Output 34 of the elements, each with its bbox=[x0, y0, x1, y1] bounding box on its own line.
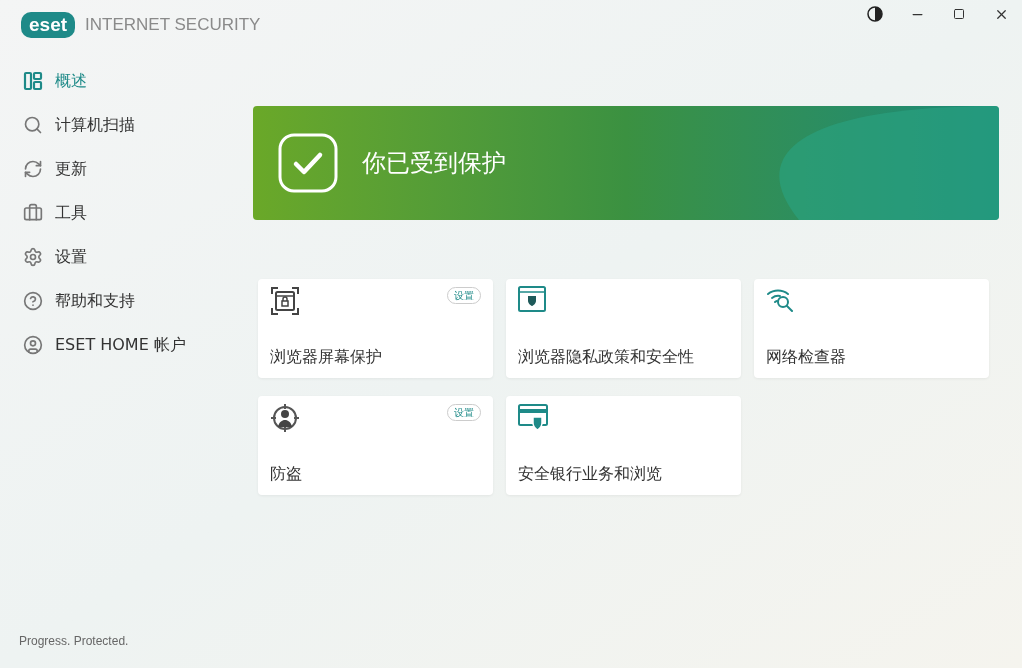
maximize-icon[interactable] bbox=[953, 8, 965, 20]
sidebar-item[interactable]: 帮助和支持 bbox=[23, 279, 253, 323]
dashboard-icon bbox=[23, 71, 43, 91]
feature-card[interactable]: 设置 浏览器屏幕保护 bbox=[258, 279, 493, 378]
refresh-icon bbox=[23, 159, 43, 179]
banner-title: 你已受到保护 bbox=[362, 148, 506, 179]
feature-card[interactable]: 安全银行业务和浏览 bbox=[506, 396, 741, 495]
footer-tagline: Progress. Protected. bbox=[19, 633, 130, 650]
settings-icon bbox=[23, 247, 43, 267]
sidebar-item[interactable]: 计算机扫描 bbox=[23, 103, 253, 147]
browser-shield-icon bbox=[518, 286, 546, 312]
card-title: 安全银行业务和浏览 bbox=[518, 463, 663, 485]
feature-card[interactable]: 网络检查器 bbox=[754, 279, 989, 378]
sidebar-item[interactable]: 更新 bbox=[23, 147, 253, 191]
card-title: 浏览器屏幕保护 bbox=[270, 346, 383, 368]
user-icon bbox=[23, 335, 43, 355]
sidebar-item[interactable]: ESET HOME 帐户 bbox=[23, 323, 253, 367]
help-icon bbox=[23, 291, 43, 311]
sidebar-item[interactable]: 工具 bbox=[23, 191, 253, 235]
check-icon bbox=[278, 133, 338, 193]
card-title: 防盗 bbox=[270, 463, 303, 485]
sidebar-item[interactable]: 概述 bbox=[23, 59, 253, 103]
sidebar-item[interactable]: 设置 bbox=[23, 235, 253, 279]
target-figure-icon bbox=[270, 403, 300, 433]
briefcase-icon bbox=[23, 203, 43, 223]
card-title: 网络检查器 bbox=[766, 346, 847, 368]
contrast-icon[interactable] bbox=[867, 6, 883, 22]
feature-card[interactable]: 浏览器隐私政策和安全性 bbox=[506, 279, 741, 378]
search-icon bbox=[23, 115, 43, 135]
feature-card[interactable]: 设置 防盗 bbox=[258, 396, 493, 495]
browser-lock-icon bbox=[270, 286, 300, 316]
card-title: 浏览器隐私政策和安全性 bbox=[518, 346, 695, 368]
product-name: INTERNET SECURITY bbox=[85, 14, 261, 37]
logo: eset bbox=[21, 12, 76, 38]
